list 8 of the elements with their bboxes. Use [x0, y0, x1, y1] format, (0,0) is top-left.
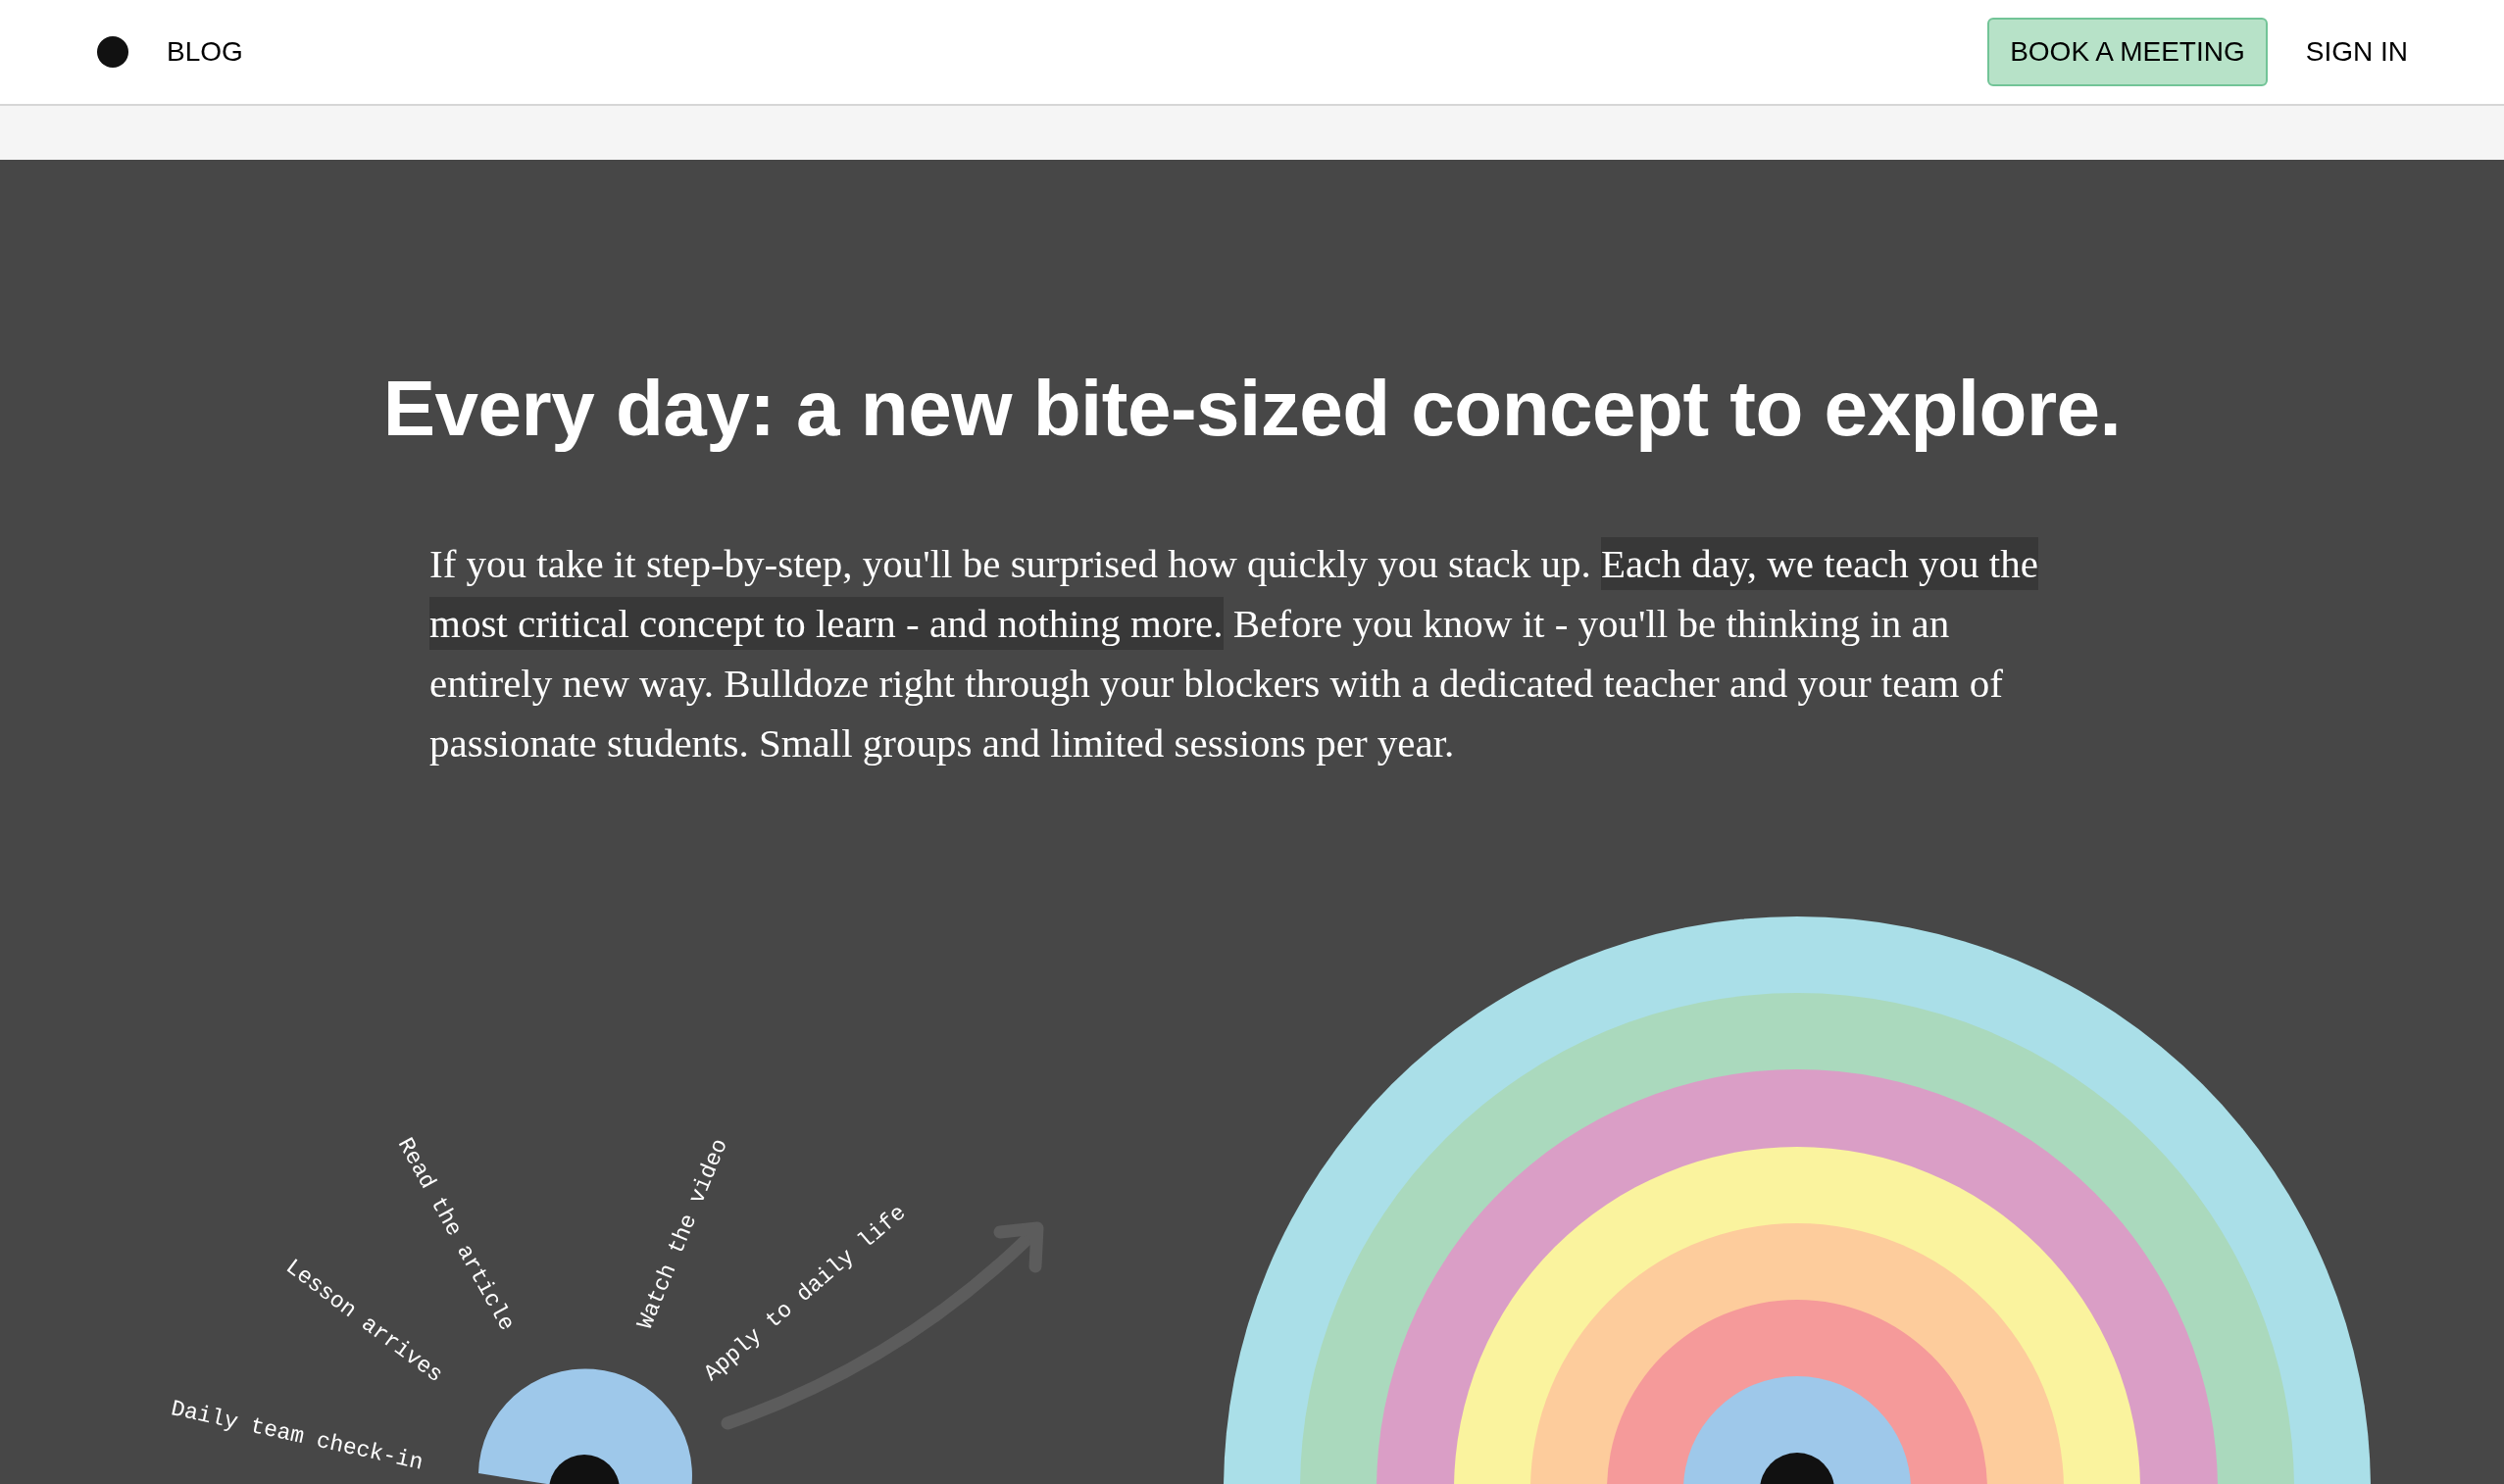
- hero-paragraph: If you take it step-by-step, you'll be surprised how quickly you stack up. Each day, we teach you the most critical concept to learn - and nothing more. Before you know it - you'll be thinking in an entirely new way. Bulldoze right through your blockers with a dedicated teacher and your team of passionate students. Small groups and limited sessions per year.: [429, 534, 2067, 773]
- logo-icon[interactable]: [96, 35, 129, 69]
- blog-link[interactable]: BLOG: [167, 31, 243, 73]
- step-label: Watch the video: [632, 1135, 733, 1333]
- hero-title: Every day: a new bite-sized concept to explore.: [381, 364, 2123, 454]
- step-label: Daily team check-in: [169, 1396, 426, 1476]
- sign-in-link[interactable]: SIGN IN: [2305, 31, 2408, 73]
- book-meeting-button[interactable]: BOOK A MEETING: [1987, 18, 2268, 86]
